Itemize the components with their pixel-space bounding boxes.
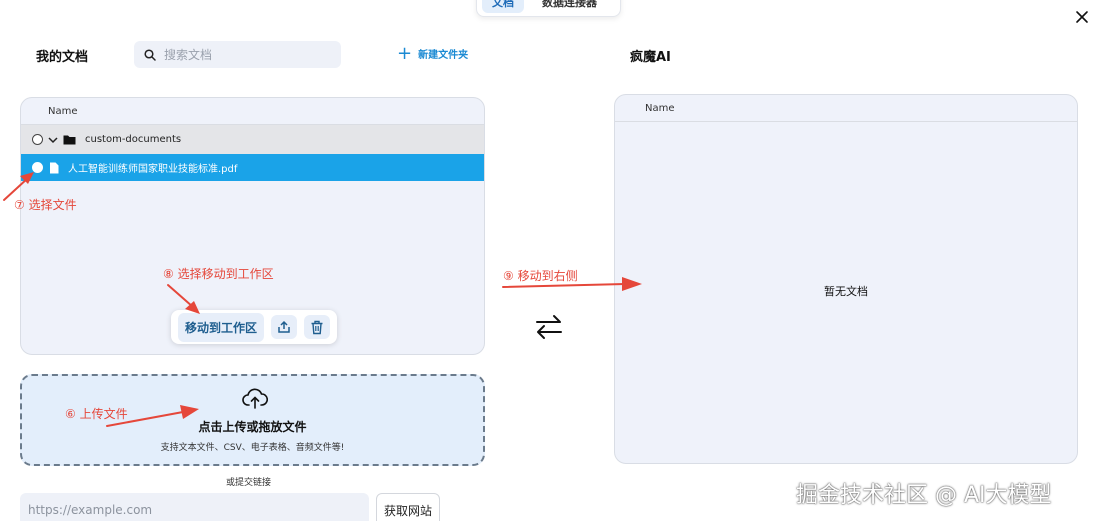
folder-checkbox[interactable] bbox=[32, 134, 43, 145]
file-checkbox[interactable] bbox=[32, 162, 43, 173]
cloud-upload-icon bbox=[242, 388, 268, 409]
search-input[interactable] bbox=[164, 47, 334, 62]
file-icon bbox=[49, 162, 59, 174]
upload-subtitle: 支持文本文件、CSV、电子表格、音频文件等! bbox=[160, 443, 345, 453]
workspace-column-header-name: Name bbox=[615, 95, 1077, 122]
empty-state-text: 暂无文档 bbox=[824, 285, 868, 298]
url-input[interactable] bbox=[20, 493, 369, 521]
or-submit-link-label: 或提交链接 bbox=[226, 478, 272, 488]
delete-button[interactable] bbox=[304, 315, 331, 339]
swap-arrows-icon[interactable] bbox=[534, 313, 564, 341]
export-button[interactable] bbox=[271, 315, 298, 339]
tab-data-connectors[interactable]: 数据连接器 bbox=[532, 0, 607, 13]
my-documents-panel: Name custom-documents 人工智能训练师国家职业技能标准.pd… bbox=[20, 97, 485, 355]
search-box bbox=[134, 41, 341, 68]
new-folder-button[interactable]: + 新建文件夹 bbox=[397, 42, 469, 64]
workspace-title: 疯魔AI bbox=[630, 50, 671, 65]
chevron-down-icon[interactable] bbox=[47, 135, 59, 145]
file-name: 人工智能训练师国家职业技能标准.pdf bbox=[68, 164, 238, 175]
new-folder-label: 新建文件夹 bbox=[418, 50, 469, 61]
workspace-panel: Name 暂无文档 bbox=[614, 94, 1078, 464]
top-tab-bar: 文档 数据连接器 bbox=[476, 0, 621, 17]
tab-documents[interactable]: 文档 bbox=[482, 0, 524, 13]
file-row-selected[interactable]: 人工智能训练师国家职业技能标准.pdf bbox=[21, 154, 484, 181]
file-action-bar: 移动到工作区 bbox=[171, 310, 338, 344]
move-to-workspace-button[interactable]: 移动到工作区 bbox=[178, 312, 265, 342]
search-icon bbox=[144, 48, 156, 61]
export-icon bbox=[278, 320, 290, 333]
annotation-move-right: ⑨ 移动到右侧 bbox=[503, 269, 578, 283]
annotation-select-file: ⑦ 选择文件 bbox=[14, 198, 77, 212]
column-header-name: Name bbox=[21, 98, 484, 125]
watermark: 掘金技术社区 @ AI大模型 bbox=[796, 483, 1052, 508]
fetch-website-button[interactable]: 获取网站 bbox=[376, 493, 440, 521]
annotation-select-move: ⑧ 选择移动到工作区 bbox=[163, 267, 274, 281]
plus-icon: + bbox=[397, 42, 413, 64]
annotation-upload-file: ⑥ 上传文件 bbox=[65, 407, 128, 421]
arrow-to-right-panel bbox=[502, 283, 626, 288]
page: 文档 数据连接器 我的文档 + 新建文件夹 疯魔AI Name custom-d… bbox=[0, 0, 1096, 521]
my-documents-title: 我的文档 bbox=[36, 50, 89, 65]
trash-icon bbox=[311, 320, 323, 334]
folder-row[interactable]: custom-documents bbox=[21, 125, 484, 154]
folder-icon bbox=[63, 134, 76, 145]
close-icon[interactable] bbox=[1074, 9, 1090, 25]
folder-name: custom-documents bbox=[85, 134, 182, 145]
